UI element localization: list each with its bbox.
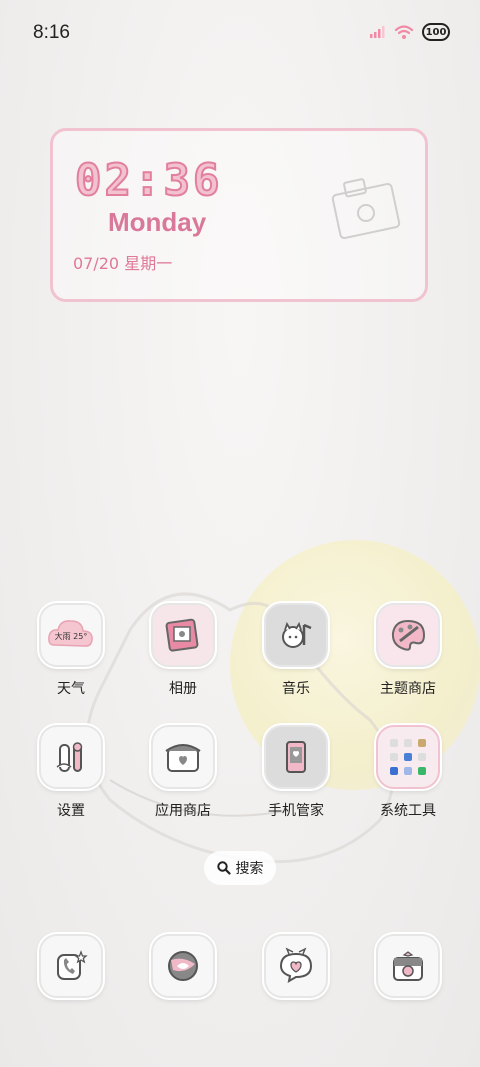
weather-icon: 大雨 25° xyxy=(39,603,103,667)
app-label: 天气 xyxy=(57,681,85,697)
app-theme-store[interactable]: 主题商店 xyxy=(358,603,458,698)
app-app-store[interactable]: 应用商店 xyxy=(133,725,233,820)
weather-badge: 大雨 25° xyxy=(55,631,88,641)
app-label: 主题商店 xyxy=(380,681,436,697)
app-settings[interactable]: 设置 xyxy=(21,725,121,820)
app-label: 手机管家 xyxy=(268,803,324,819)
app-music[interactable]: 音乐 xyxy=(246,603,346,698)
signal-icon xyxy=(370,26,385,38)
app-label: 系统工具 xyxy=(380,803,436,819)
search-label: 搜索 xyxy=(235,861,264,877)
gallery-icon xyxy=(151,603,215,667)
search-icon xyxy=(216,861,231,875)
dock-messages[interactable] xyxy=(246,934,346,998)
app-weather[interactable]: 大雨 25° 天气 xyxy=(21,603,121,698)
wifi-icon xyxy=(394,25,414,39)
app-label: 应用商店 xyxy=(155,803,211,819)
browser-icon xyxy=(151,934,215,998)
theme-store-icon xyxy=(376,603,440,667)
music-icon xyxy=(264,603,328,667)
app-label: 相册 xyxy=(169,681,197,697)
app-label: 设置 xyxy=(57,803,85,819)
widget-clock: 02:36 xyxy=(74,154,223,207)
status-time: 8:16 xyxy=(33,22,70,43)
app-store-icon xyxy=(151,725,215,789)
search-button[interactable]: 搜索 xyxy=(204,851,276,885)
app-label: 音乐 xyxy=(282,681,310,697)
app-phone-manager[interactable]: 手机管家 xyxy=(246,725,346,820)
status-bar: 8:16 100 xyxy=(0,0,480,68)
dock-camera[interactable] xyxy=(358,934,458,998)
phone-manager-icon xyxy=(264,725,328,789)
app-system-tools-folder[interactable]: 系统工具 xyxy=(358,725,458,820)
widget-camera-icon xyxy=(331,178,401,240)
widget-day: Monday xyxy=(108,207,207,237)
camera-icon xyxy=(376,934,440,998)
clock-widget[interactable]: 02:36 Monday 07/20 星期一 xyxy=(50,128,428,302)
status-icons: 100 xyxy=(370,23,450,41)
widget-date: 07/20 星期一 xyxy=(73,254,173,273)
dock-browser[interactable] xyxy=(133,934,233,998)
messages-icon xyxy=(264,934,328,998)
app-gallery[interactable]: 相册 xyxy=(133,603,233,698)
system-tools-folder-icon xyxy=(376,725,440,789)
phone-icon xyxy=(39,934,103,998)
settings-icon xyxy=(39,725,103,789)
dock-phone[interactable] xyxy=(21,934,121,998)
battery-indicator: 100 xyxy=(422,23,450,41)
